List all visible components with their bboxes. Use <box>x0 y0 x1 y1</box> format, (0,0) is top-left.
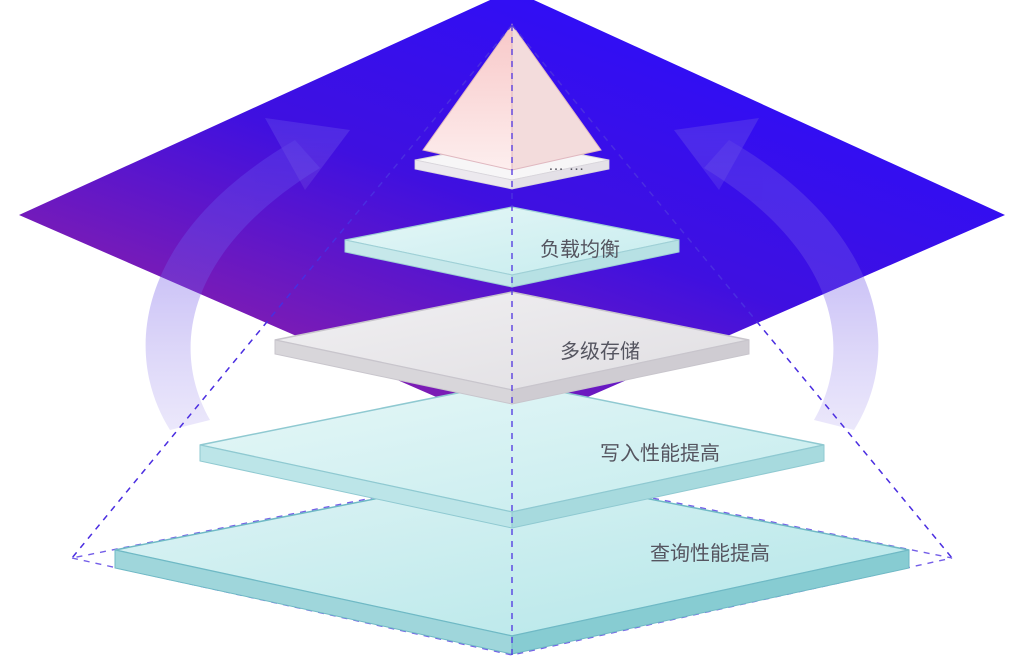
pyramid-diagram: 查询性能提高 写入性能提高 多级存储 负载均衡 … … <box>0 0 1024 672</box>
layer-1-label: 查询性能提高 <box>650 542 770 565</box>
layer-3-label: 多级存储 <box>560 340 640 363</box>
layer-4-label: 负载均衡 <box>540 238 620 261</box>
layer-2-label: 写入性能提高 <box>600 442 720 465</box>
